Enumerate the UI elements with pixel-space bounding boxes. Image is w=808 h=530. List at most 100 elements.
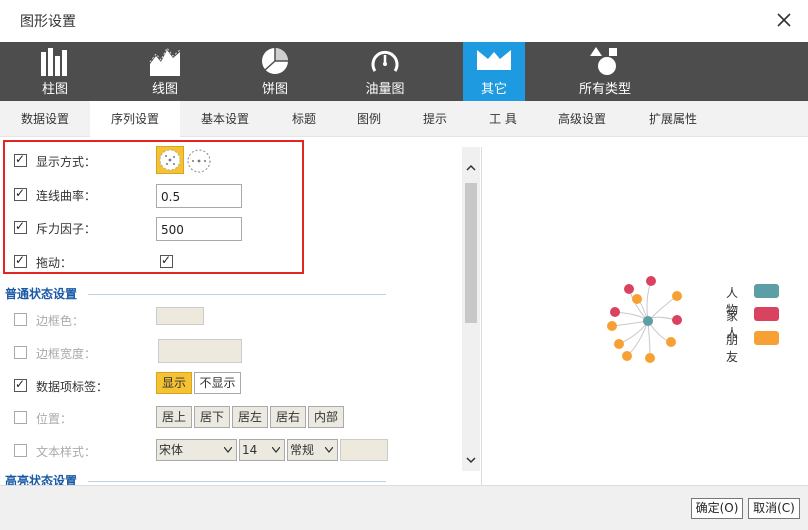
chevron-down-icon: [325, 447, 333, 453]
graph-node: [646, 276, 656, 286]
dialog-footer: 确定(O) 取消(C): [0, 485, 808, 530]
tab-tooltip[interactable]: 提示: [400, 101, 470, 137]
drag-value-checkbox[interactable]: [160, 253, 173, 268]
border-color-swatch[interactable]: [156, 307, 204, 325]
position-top-button[interactable]: 居上: [156, 406, 192, 428]
close-icon[interactable]: [774, 10, 794, 30]
position-left-button[interactable]: 居左: [232, 406, 268, 428]
normal-state-section-title: 普通状态设置: [5, 287, 78, 301]
font-size-value: 14: [242, 443, 258, 457]
hide-label-button[interactable]: 不显示: [194, 372, 241, 394]
graph-node: [672, 315, 682, 325]
repulsion-input[interactable]: 500: [156, 217, 242, 241]
data-label-row: 数据项标签： 显示 不显示: [0, 372, 460, 399]
tab-legend[interactable]: 图例: [338, 101, 400, 137]
shapes-icon: [589, 46, 621, 79]
data-label-label: 数据项标签：: [36, 380, 109, 394]
graph-node: [632, 294, 642, 304]
text-color-swatch[interactable]: [340, 439, 388, 461]
highlight-state-section-title: 高亮状态设置: [5, 474, 78, 485]
line-curvature-label: 连线曲率：: [36, 189, 97, 203]
show-label-button[interactable]: 显示: [156, 372, 192, 394]
position-right-button[interactable]: 居右: [270, 406, 306, 428]
ok-button[interactable]: 确定(O): [691, 498, 743, 519]
position-checkbox[interactable]: [14, 411, 27, 424]
section-divider: [88, 294, 386, 295]
position-bottom-button[interactable]: 居下: [194, 406, 230, 428]
text-style-checkbox[interactable]: [14, 444, 27, 457]
layout-force-button[interactable]: [156, 146, 184, 174]
title-bar: 图形设置: [0, 0, 808, 42]
border-width-input[interactable]: [158, 339, 242, 363]
font-size-select[interactable]: 14: [239, 439, 285, 461]
graph-node: [622, 351, 632, 361]
legend-swatch: [754, 331, 779, 345]
type-label: 其它: [480, 82, 507, 97]
font-family-select[interactable]: 宋体: [156, 439, 237, 461]
section-divider: [88, 481, 386, 482]
type-bar-chart[interactable]: 柱图: [5, 42, 105, 101]
chevron-down-icon[interactable]: [464, 453, 478, 467]
layout-circular-button[interactable]: [186, 148, 212, 174]
tab-title[interactable]: 标题: [270, 101, 338, 137]
font-weight-value: 常规: [290, 443, 315, 457]
graph-node: [643, 316, 653, 326]
drag-enable-checkbox[interactable]: [14, 253, 27, 268]
graphics-settings-dialog: 图形设置 柱图 线图 饼图 油量图 其它 所有类型 数据设置 序列设置 基本设置…: [0, 0, 808, 530]
position-label: 位置：: [36, 412, 73, 426]
display-mode-label: 显示方式：: [36, 155, 97, 169]
legend-swatch: [754, 307, 779, 321]
chevron-down-icon: [224, 447, 232, 453]
graph-node: [607, 321, 617, 331]
tab-basic-settings[interactable]: 基本设置: [180, 101, 270, 137]
line-chart-icon: [149, 46, 181, 79]
display-mode-checkbox[interactable]: [14, 152, 27, 167]
series-settings-panel: 显示方式： 连线曲率： 0.5 斥力因子： 500 拖动： 普通状: [0, 137, 480, 485]
border-color-checkbox[interactable]: [14, 313, 27, 326]
border-width-checkbox[interactable]: [14, 346, 27, 359]
type-gauge-chart[interactable]: 油量图: [335, 42, 435, 101]
type-label: 线图: [151, 82, 178, 97]
border-color-row: 边框色：: [0, 307, 460, 333]
legend-label: 朋友: [726, 333, 739, 364]
line-curvature-checkbox[interactable]: [14, 186, 27, 201]
text-style-label: 文本样式：: [36, 445, 97, 459]
type-label: 油量图: [365, 82, 405, 97]
font-weight-select[interactable]: 常规: [287, 439, 338, 461]
type-label: 所有类型: [578, 82, 631, 97]
border-width-row: 边框宽度：: [0, 339, 460, 366]
graph-node: [610, 307, 620, 317]
tab-series-settings[interactable]: 序列设置: [90, 101, 180, 138]
type-other-chart[interactable]: 其它: [463, 42, 525, 101]
bar-chart-icon: [40, 46, 70, 79]
data-label-checkbox[interactable]: [14, 377, 27, 392]
border-width-label: 边框宽度：: [36, 347, 97, 361]
tab-data-settings[interactable]: 数据设置: [0, 101, 90, 137]
tab-extended-properties[interactable]: 扩展属性: [628, 101, 718, 137]
scroll-thumb[interactable]: [465, 183, 477, 323]
repulsion-checkbox[interactable]: [14, 219, 27, 234]
type-all-types[interactable]: 所有类型: [555, 42, 655, 101]
type-line-chart[interactable]: 线图: [115, 42, 215, 101]
repulsion-label: 斥力因子：: [36, 222, 97, 236]
chart-type-bar: 柱图 线图 饼图 油量图 其它 所有类型: [0, 42, 808, 101]
cancel-button[interactable]: 取消(C): [748, 498, 800, 519]
settings-tabs: 数据设置 序列设置 基本设置 标题 图例 提示 工 具 高级设置 扩展属性: [0, 101, 808, 138]
tab-tools[interactable]: 工 具: [470, 101, 536, 137]
graph-node: [666, 337, 676, 347]
force-layout-icon: [159, 149, 181, 171]
type-label: 饼图: [261, 82, 288, 97]
graph-node: [645, 353, 655, 363]
settings-scrollbar[interactable]: [462, 147, 480, 471]
font-family-value: 宋体: [159, 443, 184, 457]
type-pie-chart[interactable]: 饼图: [225, 42, 325, 101]
line-curvature-row: 连线曲率： 0.5: [0, 182, 460, 208]
position-inside-button[interactable]: 内部: [308, 406, 344, 428]
tab-advanced-settings[interactable]: 高级设置: [536, 101, 628, 137]
drag-label: 拖动：: [36, 256, 73, 270]
chevron-up-icon[interactable]: [464, 161, 478, 175]
text-style-row: 文本样式： 宋体 14 常规: [0, 438, 460, 464]
graph-preview: [607, 276, 682, 363]
line-curvature-input[interactable]: 0.5: [156, 184, 242, 208]
gauge-icon: [370, 46, 400, 79]
